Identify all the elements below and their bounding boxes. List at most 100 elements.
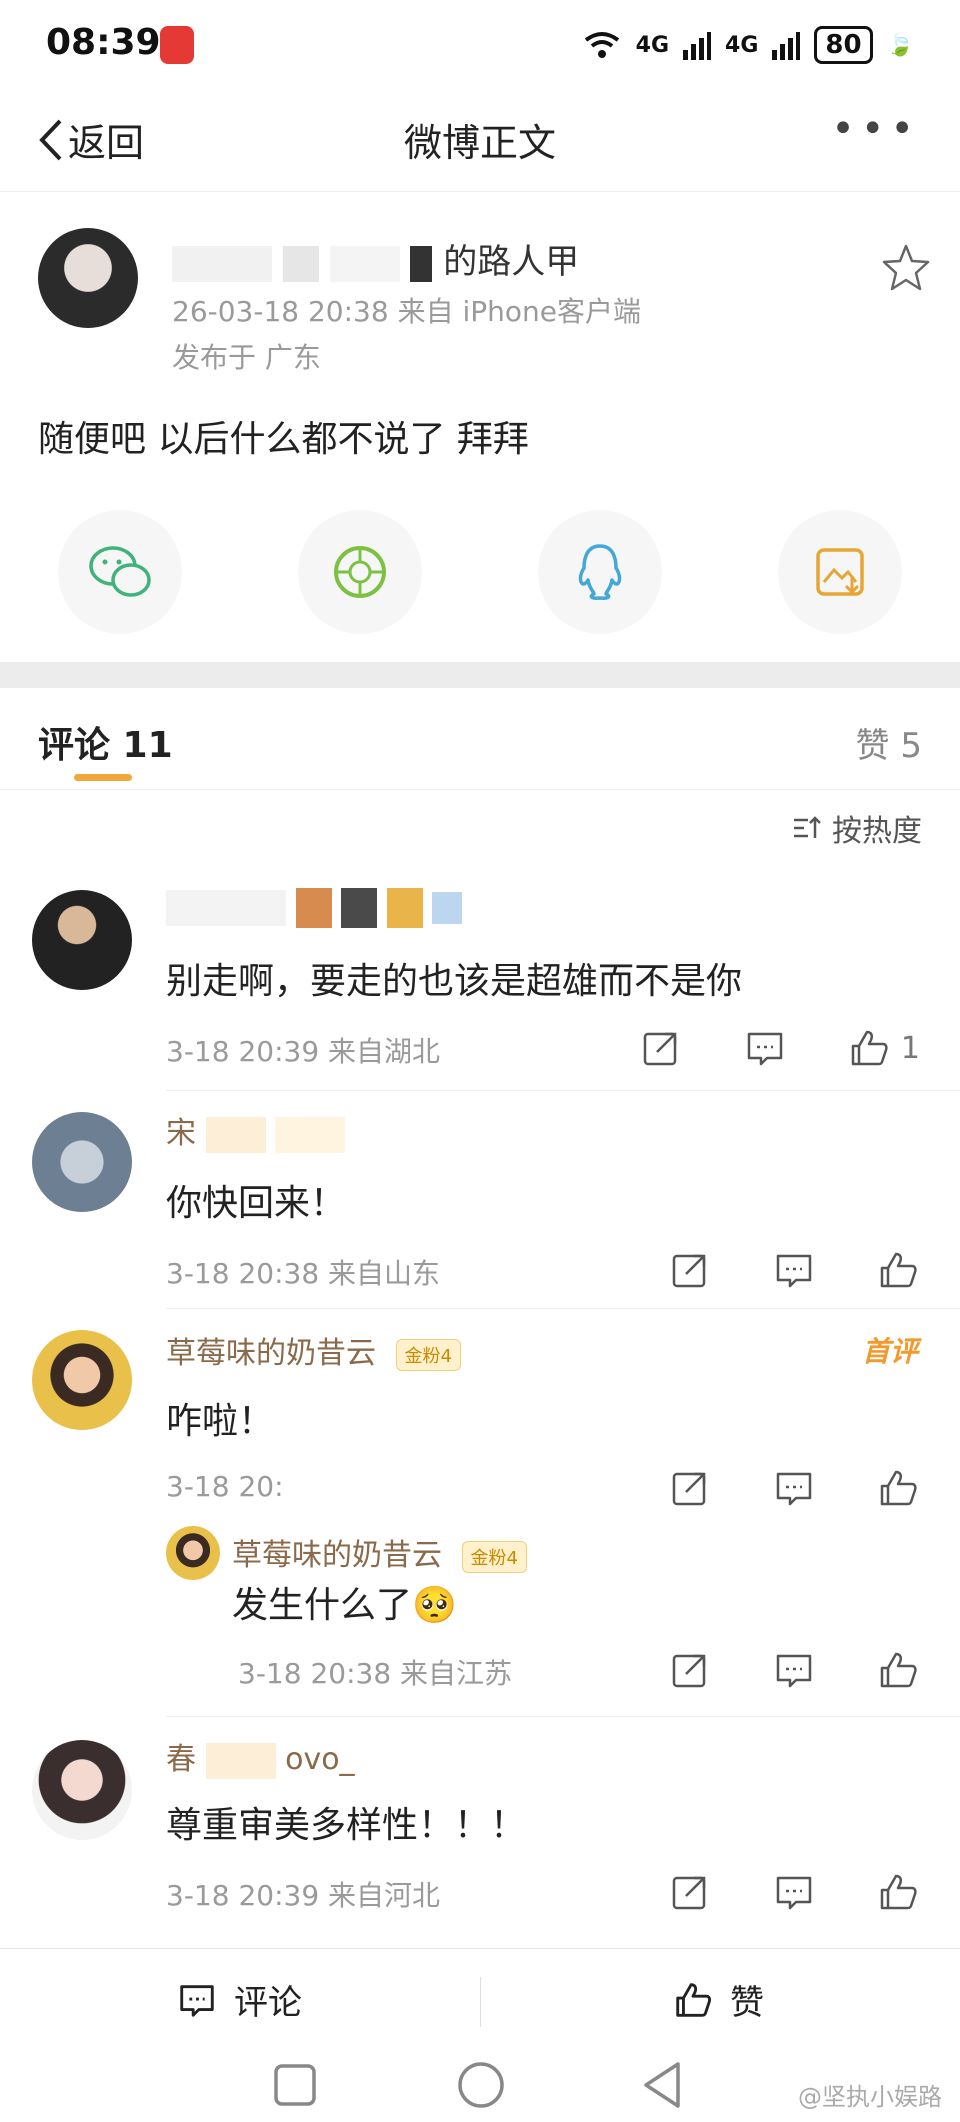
avatar[interactable] [32, 1740, 132, 1840]
back-nav-icon[interactable] [640, 2060, 686, 2110]
status-icons: 4G 4G 80 🍃 [582, 26, 914, 64]
avatar[interactable] [32, 890, 132, 990]
bottom-action-bar: 评论 赞 [0, 1948, 960, 2058]
avatar[interactable] [32, 1112, 132, 1212]
share-icon[interactable] [639, 1026, 683, 1070]
comment-text: 别走啊，要走的也该是超雄而不是你 [166, 961, 743, 1002]
thumbs-up-icon[interactable] [847, 1026, 891, 1070]
reply-text: 发生什么了🥺 [232, 1585, 457, 1626]
redacted-block [172, 245, 272, 282]
comment-author[interactable]: 春 ovo_ [166, 1734, 355, 1779]
signal-bars-icon [683, 32, 712, 60]
divider [166, 1716, 960, 1717]
tab-likes[interactable]: 赞 5 [856, 718, 922, 767]
comment-icon[interactable] [772, 1466, 816, 1510]
share-icon[interactable] [668, 1466, 712, 1510]
author-name[interactable]: 的路人甲 [172, 234, 579, 283]
signal-4g-1: 4G [635, 32, 670, 58]
comment-actions [668, 1248, 920, 1292]
comment-icon[interactable] [743, 1026, 787, 1070]
comment-author[interactable]: 宋 [166, 1108, 346, 1153]
comment-actions: 1 [639, 1026, 920, 1070]
star-icon[interactable] [880, 242, 932, 294]
app-badge-icon [160, 26, 194, 64]
redacted-block [205, 1742, 276, 1779]
divider [166, 1090, 960, 1091]
redacted-block [166, 890, 286, 926]
comment-author[interactable]: 草莓味的奶昔云 金粉4 [166, 1328, 461, 1372]
share-row [0, 510, 960, 640]
share-icon[interactable] [668, 1248, 712, 1292]
share-wechat-button[interactable] [58, 510, 182, 634]
tab-underline [74, 774, 132, 781]
share-qq-button[interactable] [538, 510, 662, 634]
redacted-block [205, 1116, 266, 1153]
bottom-like-button[interactable]: 赞 [672, 1975, 764, 2024]
comment-meta: 3-18 20:39 来自湖北 [166, 1035, 441, 1068]
reply-author[interactable]: 草莓味的奶昔云 金粉4 [232, 1530, 527, 1574]
comment-icon[interactable] [772, 1248, 816, 1292]
redacted-block [282, 245, 319, 282]
tab-comments[interactable]: 评论 11 [38, 716, 173, 768]
comment-author-text: 宋 [166, 1116, 196, 1151]
signal-bars-icon-2 [772, 32, 801, 60]
thumbs-up-icon[interactable] [876, 1466, 920, 1510]
recent-apps-icon[interactable] [272, 2062, 318, 2108]
avatar[interactable] [166, 1526, 220, 1580]
comment-actions [668, 1870, 920, 1914]
comment-author-text: 草莓味的奶昔云 [166, 1336, 376, 1371]
sort-icon [794, 816, 821, 838]
comment-author-suffix: ovo_ [285, 1742, 355, 1777]
author-name-text: 的路人甲 [443, 242, 580, 282]
nav-bar: 返回 微博正文 ••• [0, 92, 960, 192]
battery-indicator: 80 [814, 26, 873, 64]
thumbs-up-icon[interactable] [876, 1648, 920, 1692]
qq-icon [578, 544, 622, 600]
reply-meta: 3-18 20:38 来自江苏 [238, 1657, 513, 1690]
thumbs-up-icon[interactable] [876, 1870, 920, 1914]
sort-label: 按热度 [832, 814, 922, 849]
comment-icon[interactable] [772, 1870, 816, 1914]
comment-meta: 3-18 20:38 来自山东 [166, 1257, 441, 1290]
save-image-icon [816, 548, 864, 596]
comments-header: 评论 11 赞 5 [0, 688, 960, 790]
bottom-comment-button[interactable]: 评论 [176, 1975, 302, 2024]
redacted-block [275, 1116, 346, 1153]
redacted-block [386, 888, 423, 928]
post-text: 随便吧 以后什么都不说了 拜拜 [38, 419, 529, 460]
section-separator [0, 662, 960, 688]
redacted-block [341, 888, 378, 928]
redacted-block [432, 892, 463, 924]
comment-meta: 3-18 20:39 来自河北 [166, 1879, 441, 1912]
sort-button[interactable]: 按热度 [792, 806, 922, 850]
post-meta: 26-03-18 20:38 来自 iPhone客户端 [172, 295, 642, 328]
charging-icon: 🍃 [886, 32, 914, 58]
signal-4g-2: 4G [725, 32, 759, 58]
comment-author-text: 春 [166, 1742, 196, 1777]
redacted-block [410, 245, 433, 282]
comment-meta: 3-18 20: [166, 1470, 284, 1503]
post-location: 发布于 广东 [172, 341, 321, 374]
comment-icon[interactable] [772, 1648, 816, 1692]
moments-icon [334, 546, 386, 598]
comment-text: 你快回来！ [166, 1183, 347, 1224]
share-moments-button[interactable] [298, 510, 422, 634]
divider [480, 1977, 481, 2027]
redacted-block [329, 245, 400, 282]
avatar[interactable] [38, 228, 138, 328]
reply-actions [668, 1648, 920, 1692]
save-image-button[interactable] [778, 510, 902, 634]
avatar[interactable] [32, 1330, 132, 1430]
fan-badge: 金粉4 [395, 1338, 461, 1371]
share-icon[interactable] [668, 1648, 712, 1692]
comment-text: 尊重审美多样性！！！ [166, 1805, 527, 1846]
thumbs-up-icon[interactable] [876, 1248, 920, 1292]
comment-author[interactable] [166, 888, 463, 928]
redacted-block [295, 888, 332, 928]
share-icon[interactable] [668, 1870, 712, 1914]
status-bar: 08:39 4G 4G 80 🍃 [0, 0, 960, 92]
more-menu-button[interactable]: ••• [831, 106, 920, 152]
comment-text: 咋啦！ [166, 1401, 275, 1442]
home-icon[interactable] [456, 2060, 506, 2110]
status-time: 08:39 [46, 22, 161, 63]
